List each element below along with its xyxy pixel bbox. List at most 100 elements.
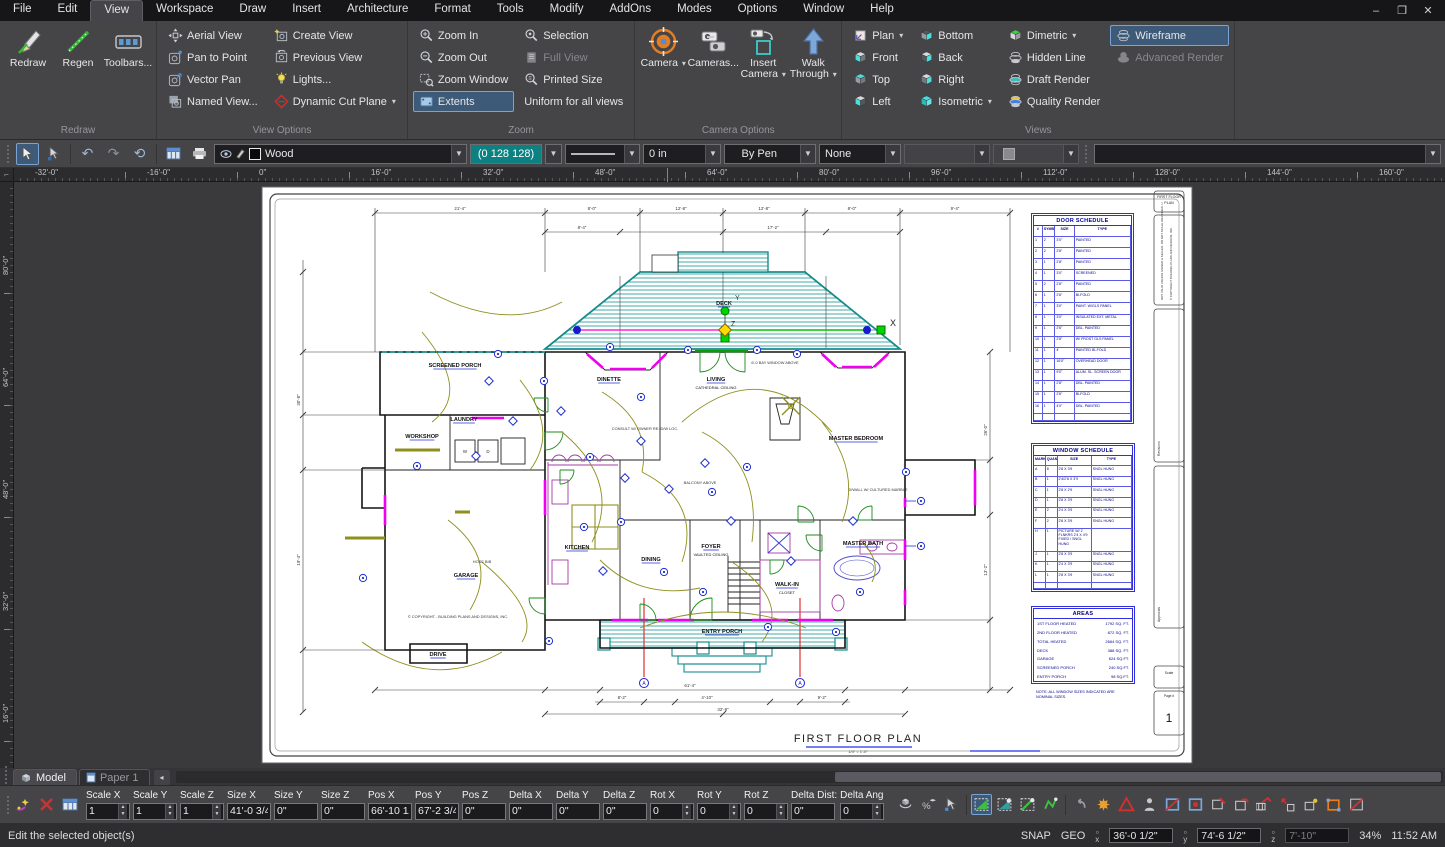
rect-off-icon[interactable] [1346,794,1367,815]
plan-button[interactable]: Plan▾ [847,25,909,46]
vertical-ruler[interactable]: 80'-0"64'-0"48'-0"32'-0"16'-0" [0,182,14,768]
redraw-button[interactable]: Redraw [3,22,53,69]
spinner[interactable]: ▲▼ [682,804,691,819]
field-input[interactable]: 1▲▼ [133,803,177,820]
field-input[interactable]: 0" [791,803,835,820]
extract-person-icon[interactable] [1139,794,1160,815]
print-button[interactable] [188,143,211,165]
menu-modes[interactable]: Modes [664,0,725,21]
left-button[interactable]: Left [847,91,909,112]
scrollbar-thumb[interactable] [835,772,1441,782]
node-edit-icon[interactable] [941,794,962,815]
uniform-for-all-views-button[interactable]: Uniform for all views [518,91,629,112]
field-input[interactable]: 0▲▼ [840,803,884,820]
select-crossing-icon[interactable] [994,794,1015,815]
selection-info-button[interactable] [162,143,185,165]
draft-render-button[interactable]: Draft Render [1002,69,1106,90]
quality-render-button[interactable]: Quality Render [1002,91,1106,112]
menu-workspace[interactable]: Workspace [143,0,226,21]
zoom-in-button[interactable]: Zoom In [413,25,514,46]
menu-addons[interactable]: AddOns [597,0,665,21]
field-input[interactable]: 0" [462,803,506,820]
inspector-grip[interactable] [6,795,11,815]
coord-y-field[interactable]: 74'-6 1/2" [1197,828,1261,843]
ruler-origin-corner[interactable]: ⌐ [0,168,14,182]
cameras--button[interactable]: Cameras... [688,22,738,69]
back-button[interactable]: Back [913,47,998,68]
snap-toggle[interactable]: SNAP [1021,830,1051,842]
named-view--button[interactable]: Named View... [162,91,264,112]
menu-file[interactable]: File [0,0,45,21]
node-select-button[interactable] [42,143,65,165]
spinner[interactable]: ▲▼ [212,804,221,819]
field-input[interactable]: 1▲▼ [86,803,130,820]
geo-toggle[interactable]: GEO [1061,830,1085,842]
zoom-window-button[interactable]: Zoom Window [413,69,514,90]
tab-scroll-left-button[interactable]: ◂ [154,770,170,785]
field-input[interactable]: 0▲▼ [744,803,788,820]
isometric-button[interactable]: Isometric▾ [913,91,998,112]
extents-button[interactable]: Extents [413,91,514,112]
field-input[interactable]: 0▲▼ [650,803,694,820]
menu-options[interactable]: Options [725,0,791,21]
camera-button[interactable]: Camera ▾ [638,22,688,69]
y-axis-handle[interactable] [721,307,729,315]
pen-color-dropdown[interactable]: ▼ [545,144,562,164]
undo-button[interactable]: ↶ [76,143,99,165]
spinner[interactable]: ▲▼ [165,804,174,819]
spinner[interactable]: ▲▼ [729,804,738,819]
spinner[interactable]: ▲▼ [776,804,785,819]
tabbar-grip[interactable] [4,765,9,785]
menu-view[interactable]: View [90,0,143,21]
pen-color-button[interactable]: (0 128 128) [470,144,542,164]
menu-window[interactable]: Window [790,0,857,21]
zoom-level[interactable]: 34% [1359,830,1381,842]
menu-architecture[interactable]: Architecture [334,0,421,21]
selection-info-table-icon[interactable] [59,794,80,815]
horizontal-scrollbar[interactable] [176,771,1444,783]
pattern-pen-combo[interactable]: By Pen▼ [724,144,816,164]
spinner[interactable]: ▲▼ [872,804,881,819]
select-window-icon[interactable] [971,794,992,815]
orbit-cube-icon[interactable] [895,794,916,815]
selection-handle[interactable] [573,326,581,334]
menu-insert[interactable]: Insert [279,0,334,21]
field-input[interactable]: 41'-0 3/4" [227,803,271,820]
field-input[interactable]: 67'-2 3/4" [415,803,459,820]
field-input[interactable]: 0" [509,803,553,820]
text-style-combo[interactable]: ▼ [1094,144,1441,164]
horizontal-ruler[interactable]: -32'-0"-16'-0"0"16'-0"32'-0"48'-0"64'-0"… [14,168,1445,182]
vector-pan-button[interactable]: Vector Pan [162,69,264,90]
line-style-combo[interactable]: ▼ [565,144,640,164]
corner-quad-icon[interactable] [1323,794,1344,815]
explode-icon[interactable] [1093,794,1114,815]
selection-button[interactable]: Selection [518,25,629,46]
dynamic-cut-plane-button[interactable]: Dynamic Cut Plane▾ [268,91,402,112]
lights--button[interactable]: Lights... [268,69,402,90]
tab-model[interactable]: Model [13,769,77,785]
menu-modify[interactable]: Modify [537,0,597,21]
field-input[interactable]: 0▲▼ [697,803,741,820]
walk-through-button[interactable]: Walk Through ▾ [788,22,838,80]
menu-edit[interactable]: Edit [45,0,91,21]
toolbar-grip[interactable] [6,144,11,164]
edit-selection-icon[interactable] [13,794,34,815]
drawing-canvas[interactable]: A A W D 21'-4"8'-0"12'-8"12'-8"8'-0"9'-4… [14,182,1445,768]
tab-paper-1[interactable]: Paper 1 [79,769,150,785]
field-input[interactable]: 66'-10 1/2" [368,803,412,820]
field-input[interactable]: 0" [274,803,318,820]
select-outside-icon[interactable] [1017,794,1038,815]
scale-cube-icon[interactable]: % [918,794,939,815]
menu-help[interactable]: Help [857,0,907,21]
selection-handle[interactable] [863,326,871,334]
move-entity-icon[interactable] [1277,794,1298,815]
redo-button[interactable]: ↷ [102,143,125,165]
zoom-out-button[interactable]: Zoom Out [413,47,514,68]
field-input[interactable]: 0" [603,803,647,820]
printed-size-button[interactable]: Printed Size [518,69,629,90]
dimetric-button[interactable]: Dimetric▾ [1002,25,1106,46]
previous-view-button[interactable]: Previous View [268,47,402,68]
warn-triangle-icon[interactable] [1116,794,1137,815]
create-view-button[interactable]: Create View [268,25,402,46]
pan-to-point-button[interactable]: Pan to Point [162,47,264,68]
